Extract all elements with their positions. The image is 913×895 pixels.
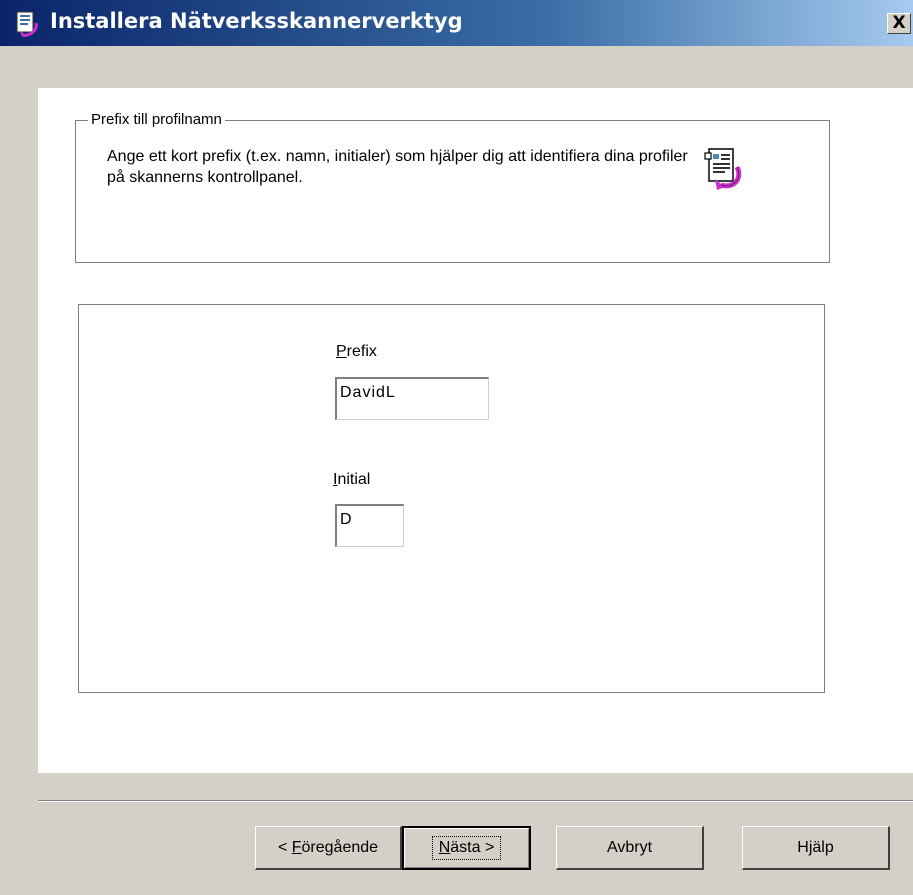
next-button-label: ästa >	[450, 839, 495, 856]
close-icon: X	[892, 13, 906, 33]
cancel-button-label: Avbryt	[606, 838, 653, 856]
wizard-content-panel: Prefix till profilnamn Ange ett kort pre…	[38, 88, 913, 773]
prefix-label-mnemonic: P	[336, 343, 347, 360]
separator-highlight	[38, 801, 913, 802]
profile-document-icon	[704, 148, 742, 190]
prefix-input[interactable]: DavidL	[335, 377, 489, 420]
back-button-prefix: <	[277, 838, 292, 856]
groupbox-description: Ange ett kort prefix (t.ex. namn, initia…	[107, 148, 688, 186]
window-title: Installera Nätverksskannerverktyg	[50, 9, 463, 33]
prefix-label-rest: refix	[346, 343, 377, 360]
installer-icon	[16, 11, 38, 37]
groupbox-legend: Prefix till profilnamn	[88, 111, 225, 128]
cancel-button[interactable]: Avbryt	[556, 826, 704, 870]
initial-label: Initial	[333, 471, 370, 489]
next-button[interactable]: Nästa >	[402, 826, 531, 870]
back-button-label: öregående	[301, 838, 379, 856]
help-button-label: Hjälp	[797, 838, 834, 856]
title-bar: Installera Nätverksskannerverktyg X	[0, 0, 913, 46]
back-button[interactable]: < Föregående	[255, 826, 402, 870]
back-button-mnemonic: F	[291, 838, 302, 856]
profile-fields-box: Prefix DavidL Initial D	[78, 304, 825, 693]
prefix-info-groupbox: Prefix till profilnamn Ange ett kort pre…	[75, 111, 830, 263]
initial-label-rest: nitial	[337, 471, 371, 488]
prefix-label: Prefix	[336, 343, 377, 361]
help-button[interactable]: Hjälp	[742, 826, 890, 870]
next-button-mnemonic: N	[438, 839, 451, 856]
close-button[interactable]: X	[887, 13, 911, 34]
next-button-focus: Nästa >	[431, 836, 502, 860]
initial-input[interactable]: D	[335, 504, 404, 547]
